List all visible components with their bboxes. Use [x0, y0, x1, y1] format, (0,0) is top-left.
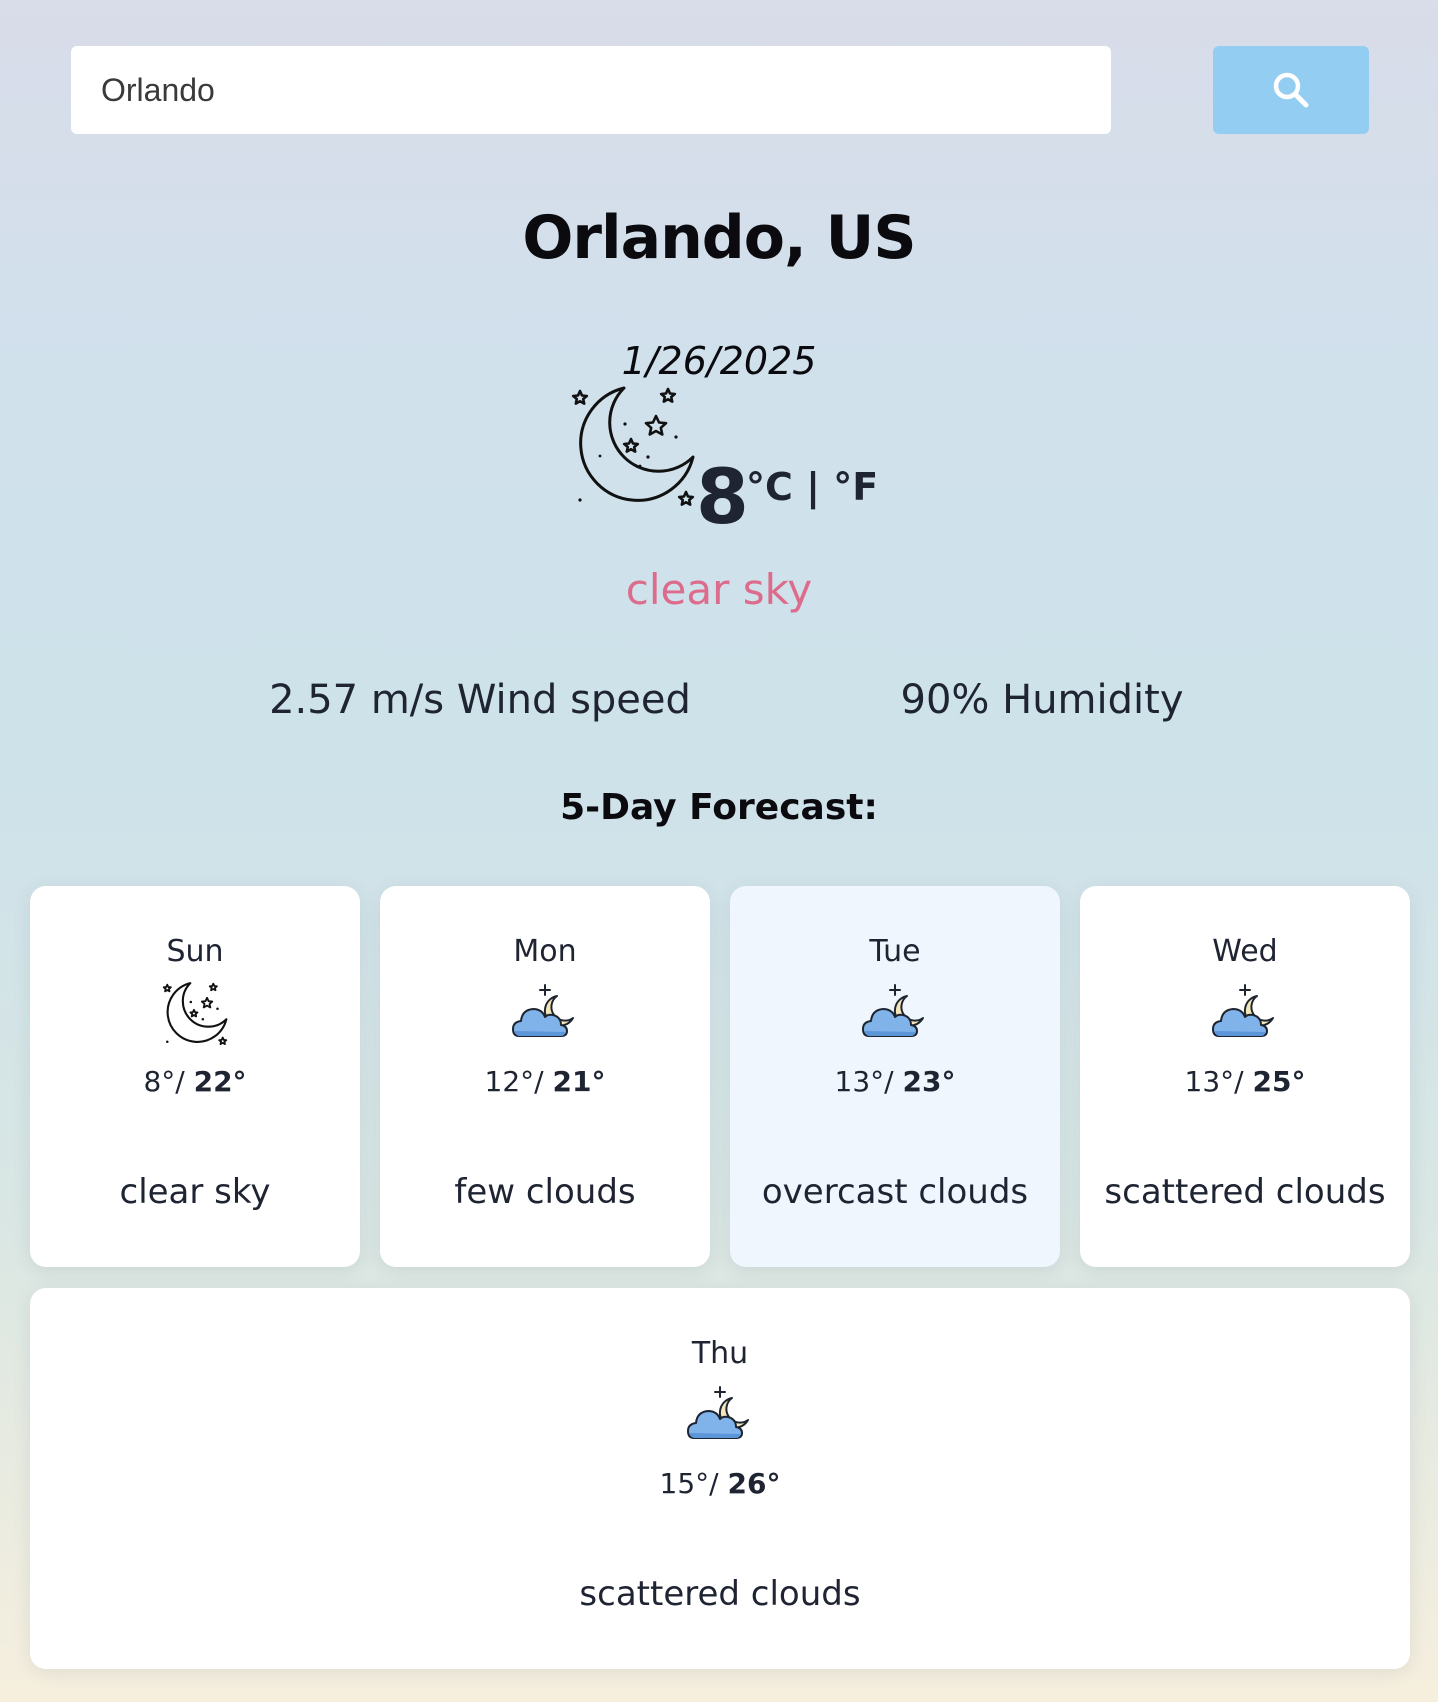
forecast-low: 13°/: [834, 1065, 894, 1098]
forecast-heading: 5-Day Forecast:: [560, 787, 878, 828]
forecast-low: 15°/: [659, 1467, 719, 1500]
forecast-description: overcast clouds: [761, 1172, 1029, 1212]
search-button[interactable]: [1213, 46, 1369, 134]
forecast-day: Mon: [513, 934, 577, 969]
search-icon: [1273, 72, 1309, 108]
humidity: 90% Humidity: [900, 677, 1184, 723]
forecast-card[interactable]: Mon 12°/ 21° few clouds: [380, 886, 710, 1267]
search-input[interactable]: [71, 46, 1111, 134]
cloud-moon-icon: [687, 1386, 749, 1439]
forecast-card[interactable]: Thu 15°/ 26° scattered clouds: [30, 1288, 1410, 1669]
forecast-temperatures: 13°/ 23°: [730, 1064, 1060, 1100]
forecast-card[interactable]: Sun 8°/ 22° clear sky: [30, 886, 360, 1267]
forecast-temperatures: 15°/ 26°: [30, 1466, 1410, 1502]
forecast-high: 22°: [193, 1065, 247, 1098]
cloud-moon-icon: [1212, 984, 1274, 1037]
current-date: 1/26/2025: [621, 339, 817, 383]
forecast-description: few clouds: [454, 1172, 636, 1212]
forecast-low: 13°/: [1184, 1065, 1244, 1098]
forecast-day: Tue: [869, 934, 921, 969]
forecast-high: 23°: [902, 1065, 956, 1098]
forecast-description: scattered clouds: [1104, 1172, 1386, 1212]
forecast-low: 12°/: [484, 1065, 544, 1098]
forecast-list: Sun 8°/ 22° clear sky Mon 12°/ 21° few c…: [30, 886, 1410, 1670]
temperature-unit-toggle[interactable]: °C | °F: [746, 462, 878, 512]
wind-speed: 2.57 m/s Wind speed: [269, 677, 691, 723]
forecast-day: Sun: [166, 934, 224, 969]
forecast-temperatures: 12°/ 21°: [380, 1064, 710, 1100]
moon-stars-icon: [571, 386, 695, 506]
forecast-high: 21°: [552, 1065, 606, 1098]
forecast-description: scattered clouds: [579, 1574, 861, 1614]
forecast-low: 8°/: [143, 1065, 185, 1098]
cloud-moon-icon: [862, 984, 924, 1037]
forecast-day: Thu: [691, 1336, 749, 1371]
moon-stars-icon: [162, 982, 228, 1046]
forecast-temperatures: 13°/ 25°: [1080, 1064, 1410, 1100]
forecast-high: 25°: [1252, 1065, 1306, 1098]
forecast-day: Wed: [1212, 934, 1278, 969]
forecast-card[interactable]: Wed 13°/ 25° scattered clouds: [1080, 886, 1410, 1267]
current-description: clear sky: [625, 565, 813, 614]
forecast-card[interactable]: Tue 13°/ 23° overcast clouds: [730, 886, 1060, 1267]
current-temperature: 8: [696, 452, 749, 541]
forecast-description: clear sky: [119, 1172, 271, 1212]
cloud-moon-icon: [512, 984, 574, 1037]
forecast-high: 26°: [727, 1467, 781, 1500]
forecast-temperatures: 8°/ 22°: [30, 1064, 360, 1100]
city-title: Orlando, US: [522, 203, 916, 273]
